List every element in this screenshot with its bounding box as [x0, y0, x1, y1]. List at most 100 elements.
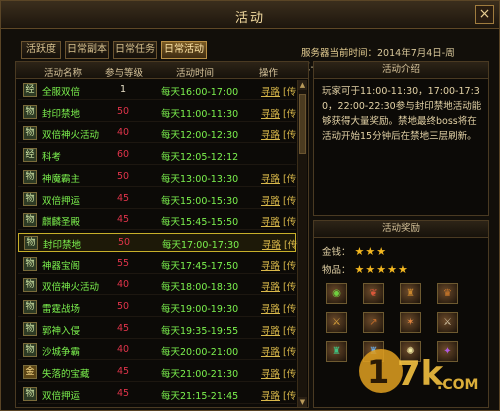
activity-row[interactable]: 金失落的宝藏 45 每天21:00-21:30 寻路 [传] — [18, 363, 300, 383]
activity-level: 45 — [116, 322, 130, 334]
activity-row[interactable]: 物郭神入侵 45 每天19:35-19:55 寻路 [传] — [18, 320, 300, 339]
intro-title: 活动介绍 — [314, 62, 488, 79]
pathfind-link[interactable]: 寻路 — [261, 279, 280, 293]
activity-name: 双倍神火活动 — [42, 282, 100, 294]
header-name: 活动名称 — [44, 68, 83, 79]
activity-level: 45 — [116, 387, 130, 399]
pathfind-link[interactable]: 寻路 — [261, 193, 280, 207]
activity-time: 每天19:35-19:55 — [161, 325, 239, 337]
activity-row[interactable]: 经全服双倍 1 每天16:00-17:00 寻路 [传] — [18, 81, 300, 100]
activity-row[interactable]: 物雷霆战场 50 每天19:00-19:30 寻路 [传] — [18, 298, 300, 317]
activity-name: 麒麟圣殿 — [42, 217, 81, 229]
activity-name: 科考 — [42, 152, 62, 164]
reward-item-slot[interactable]: ◉ — [326, 283, 347, 304]
header-operation: 操作 — [259, 68, 279, 79]
reward-item-slot[interactable]: ♜ — [400, 283, 421, 304]
activity-row[interactable]: 物封印禁地 50 每天17:00-17:30 寻路 [传] — [18, 232, 301, 252]
activity-level: 45 — [116, 192, 130, 204]
activity-row[interactable]: 物神器宝阁 55 每天17:45-17:50 寻路 [传] — [18, 255, 300, 274]
activity-level: 50 — [116, 301, 130, 312]
tab-daily-activity[interactable]: 日常活动 — [161, 41, 207, 59]
close-button[interactable]: × — [475, 5, 494, 24]
pathfind-link[interactable]: 寻路 — [261, 127, 280, 141]
activity-type-icon: 经 — [23, 83, 37, 97]
pathfind-link[interactable]: 寻路 — [261, 301, 280, 315]
pathfind-link[interactable]: 寻路 — [261, 171, 280, 185]
staff-icon: ✶ — [406, 317, 415, 328]
title-bar[interactable]: 活动 × — [1, 1, 499, 29]
sword-icon: ⚔ — [332, 317, 341, 328]
items-label: 物品： — [322, 265, 351, 276]
reward-item-slot[interactable]: ♛ — [437, 283, 458, 304]
activity-row[interactable]: 物封印禁地 50 每天11:00-11:30 寻路 [传] — [18, 103, 300, 122]
activity-type-icon: 金 — [23, 365, 37, 380]
activity-type-icon: 物 — [24, 235, 38, 250]
activity-window: 活动 × 活跃度 日常副本 日常任务 日常活动 服务器当前时间：2014年7月4… — [0, 0, 500, 411]
activity-row[interactable]: 物麒麟圣殿 45 每天15:45-15:50 寻路 [传] — [18, 211, 300, 231]
item-stars: ★★★★★ — [354, 263, 409, 276]
reward-item-slot[interactable]: ⚔ — [437, 312, 458, 333]
reward-item-slot[interactable]: ✶ — [400, 312, 421, 333]
tab-activeness[interactable]: 活跃度 — [21, 41, 61, 59]
spear-icon: ↗ — [369, 317, 378, 328]
activity-row[interactable]: 经科考 60 每天12:05-12:12 — [18, 146, 296, 166]
wings-icon: ❦ — [369, 288, 378, 299]
activity-type-icon: 物 — [23, 386, 37, 401]
pathfind-link[interactable]: 寻路 — [261, 323, 280, 337]
activity-level: 40 — [116, 279, 130, 291]
gold-reward: 金钱： ★★★ — [322, 244, 387, 258]
list-scrollbar[interactable]: ▲ ▼ — [297, 80, 307, 407]
tab-daily-quest[interactable]: 日常任务 — [113, 41, 157, 59]
activity-time: 每天15:45-15:50 — [161, 217, 239, 229]
pathfind-link[interactable]: 寻路 — [261, 366, 280, 380]
gold-stars: ★★★ — [354, 245, 388, 258]
pathfind-link[interactable]: 寻路 — [261, 84, 280, 98]
activity-row[interactable]: 物沙城争霸 40 每天20:00-21:00 寻路 [传] — [18, 341, 300, 361]
helmet-icon: ♛ — [443, 288, 452, 299]
reward-item-slot[interactable]: ♜ — [326, 341, 347, 362]
activity-level: 50 — [117, 236, 131, 248]
activity-time: 每天11:00-11:30 — [161, 108, 239, 120]
pathfind-link[interactable]: 寻路 — [261, 258, 280, 272]
activity-level: 1 — [119, 84, 127, 95]
reward-item-slot[interactable]: ⚔ — [326, 312, 347, 333]
scroll-up-icon[interactable]: ▲ — [298, 80, 307, 90]
activity-type-icon: 物 — [23, 343, 37, 358]
tab-daily-dungeon[interactable]: 日常副本 — [65, 41, 109, 59]
reward-item-slot[interactable]: ↗ — [363, 312, 384, 333]
activity-row[interactable]: 物神魔霸主 50 每天13:00-13:30 寻路 [传] — [18, 168, 300, 187]
activity-name: 雷霆战场 — [42, 304, 81, 315]
activity-level: 60 — [116, 149, 130, 161]
green-armor-icon: ♜ — [332, 346, 341, 357]
activity-name: 封印禁地 — [42, 108, 81, 120]
armor-icon: ♜ — [406, 288, 415, 299]
activity-name: 封印禁地 — [43, 239, 82, 251]
intro-text: 玩家可于11:00-11:30，17:00-17:30，22:00-22:30参… — [322, 86, 482, 142]
activity-row[interactable]: 物双倍神火活动 40 每天18:00-18:30 寻路 [传] — [18, 276, 300, 296]
scroll-down-icon[interactable]: ▼ — [298, 397, 307, 407]
activity-row[interactable]: 物双倍神火活动 40 每天12:00-12:30 寻路 [传] — [18, 124, 300, 144]
activity-type-icon: 物 — [23, 104, 37, 119]
pathfind-link[interactable]: 寻路 — [261, 214, 280, 228]
activity-row[interactable]: 物双倍押运 45 每天21:15-21:45 寻路 [传] — [18, 385, 300, 404]
scroll-thumb[interactable] — [299, 94, 306, 154]
activity-time: 每天21:00-21:30 — [161, 369, 239, 381]
activity-time: 每天16:00-17:00 — [161, 87, 239, 98]
pathfind-link[interactable]: 寻路 — [261, 344, 280, 358]
pathfind-link[interactable]: 寻路 — [261, 388, 280, 402]
activity-type-icon: 物 — [23, 191, 37, 206]
header-time: 活动时间 — [176, 68, 215, 79]
activity-name: 双倍押运 — [42, 195, 81, 207]
pathfind-link[interactable]: 寻路 — [261, 106, 280, 120]
activity-time: 每天13:00-13:30 — [161, 173, 239, 185]
activity-name: 神器宝阁 — [42, 260, 81, 272]
activity-name: 神魔霸主 — [42, 173, 81, 185]
activity-row[interactable]: 物双倍押运 45 每天15:00-15:30 寻路 [传] — [18, 190, 300, 209]
activity-rows: 经全服双倍 1 每天16:00-17:00 寻路 [传] 物封印禁地 50 每天11:00-1… — [16, 81, 308, 407]
reward-item-slot[interactable]: ❦ — [363, 283, 384, 304]
activity-name: 沙城争霸 — [42, 347, 81, 359]
activity-list-panel: 活动名称 参与等级 活动时间 操作 经全服双倍 1 每天16:00-17:00 寻路[… — [15, 61, 309, 408]
pathfind-link[interactable]: 寻路 — [262, 237, 281, 251]
item-reward: 物品： ★★★★★ — [322, 262, 409, 276]
activity-level: 40 — [116, 127, 130, 139]
